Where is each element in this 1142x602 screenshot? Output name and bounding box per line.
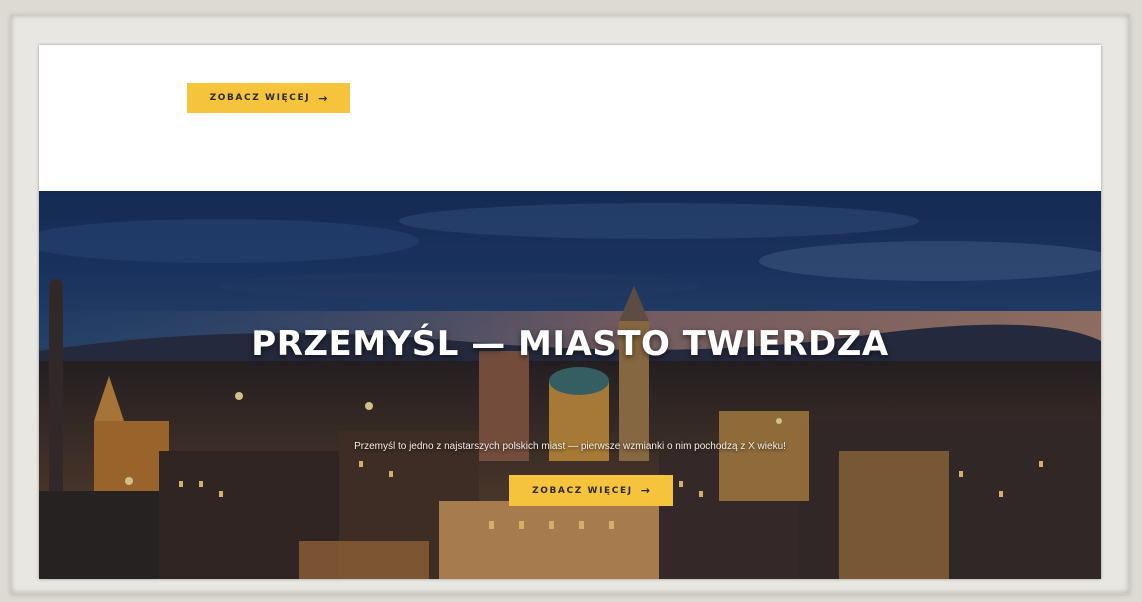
arrow-right-icon: → — [640, 484, 650, 497]
hero-title: PRZEMYŚL — MIASTO TWIERDZA — [251, 323, 889, 364]
arrow-right-icon: → — [318, 91, 328, 105]
see-more-button-hero[interactable]: ZOBACZ WIĘCEJ → — [509, 475, 673, 506]
hero-banner: PRZEMYŚL — MIASTO TWIERDZA Przemyśl to j… — [39, 191, 1101, 579]
see-more-button-label: ZOBACZ WIĘCEJ — [532, 485, 633, 496]
hero-subtitle: Przemyśl to jedno z najstarszych polskic… — [354, 441, 786, 452]
browser-viewport: ZOBACZ WIĘCEJ → PRZEMYŚL — MIASTO TWIERD… — [39, 45, 1101, 579]
see-more-button-top[interactable]: ZOBACZ WIĘCEJ → — [187, 83, 350, 113]
monitor-frame: ZOBACZ WIĘCEJ → PRZEMYŚL — MIASTO TWIERD… — [10, 14, 1130, 594]
hero-overlay — [39, 191, 1101, 579]
top-section: ZOBACZ WIĘCEJ → — [39, 45, 1101, 191]
see-more-button-label: ZOBACZ WIĘCEJ — [209, 93, 311, 103]
